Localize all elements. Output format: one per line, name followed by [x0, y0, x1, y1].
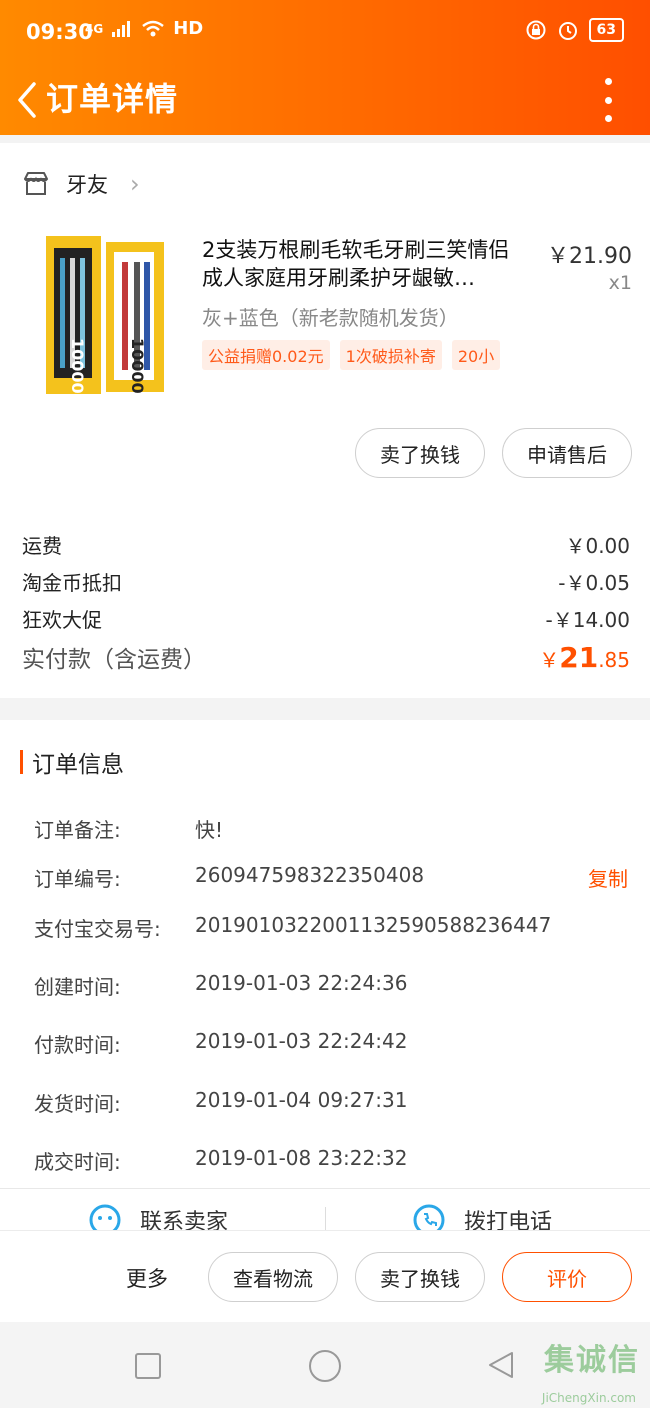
contact-row: 联系卖家 拨打电话	[0, 1188, 650, 1231]
more-actions-button[interactable]: 更多	[126, 1263, 168, 1293]
info-label: 付款时间:	[34, 1033, 121, 1057]
watermark: 集诚信 JiChengXin.com	[542, 1335, 640, 1405]
info-value: 2019-01-04 09:27:31	[195, 1088, 408, 1112]
back-arrow-icon[interactable]	[10, 76, 50, 124]
info-label: 发货时间:	[34, 1092, 121, 1116]
info-label: 成交时间:	[34, 1150, 121, 1174]
alarm-icon	[558, 22, 577, 40]
info-value: 2019-01-08 23:22:32	[195, 1146, 408, 1170]
chevron-right-icon: ›	[130, 170, 140, 198]
lock-rotate-icon	[526, 20, 546, 40]
product-title[interactable]: 2支装万根刷毛软毛牙刷三笑情侣成人家庭用牙刷柔护牙龈敏…	[202, 236, 522, 292]
status-time: 09:30	[26, 20, 93, 44]
product-quantity: x1	[608, 272, 632, 294]
product-image[interactable]: 10000 10000	[40, 228, 170, 398]
fee-label: 狂欢大促	[22, 608, 102, 632]
network-label: 4G	[85, 21, 104, 36]
contact-seller-label: 联系卖家	[140, 1210, 229, 1231]
accent-bar	[20, 750, 23, 774]
fee-row-shipping: 运费 ￥0.00	[22, 530, 630, 559]
tag-damage-resend: 1次破损补寄	[339, 340, 442, 370]
fee-row-promo: 狂欢大促 -￥14.00	[22, 604, 630, 633]
status-right-icons: 63	[525, 18, 624, 42]
total-value: ￥21.85	[539, 641, 630, 674]
top-app-bar: 09:30 4G HD 63 订单详情	[0, 0, 650, 135]
info-value: 2019-01-03 22:24:42	[195, 1029, 408, 1053]
home-icon[interactable]	[308, 1349, 342, 1383]
wifi-icon	[142, 20, 164, 36]
signal-icon	[112, 20, 131, 37]
info-label: 支付宝交易号:	[34, 917, 161, 941]
product-tags: 公益捐赠0.02元 1次破损补寄 20小	[202, 340, 501, 370]
shop-name: 牙友	[66, 173, 108, 197]
fee-label: 运费	[22, 534, 62, 558]
total-currency: ￥	[539, 648, 560, 672]
total-int: 21	[559, 641, 599, 674]
product-price: ￥21.90	[547, 244, 632, 269]
nav-row: 订单详情	[0, 68, 650, 135]
sell-for-cash-button[interactable]: 卖了换钱	[355, 428, 485, 478]
product-image-label: 10000	[68, 338, 87, 394]
more-options-icon[interactable]	[596, 78, 620, 122]
status-bar: 09:30 4G HD 63	[0, 0, 650, 68]
info-label: 订单编号:	[34, 867, 121, 891]
after-sale-button[interactable]: 申请售后	[502, 428, 632, 478]
fee-label: 淘金币抵扣	[22, 571, 122, 595]
watermark-logo: 集诚信	[544, 1343, 640, 1378]
tag-donation: 公益捐赠0.02元	[202, 340, 330, 370]
shop-row[interactable]: 牙友 ›	[22, 162, 140, 206]
watermark-url: JiChengXin.com	[541, 1391, 636, 1405]
call-phone-label: 拨打电话	[464, 1210, 553, 1231]
call-phone-button[interactable]: 拨打电话	[412, 1203, 552, 1231]
section-divider	[0, 698, 650, 720]
review-button[interactable]: 评价	[502, 1252, 632, 1302]
hd-label: HD	[173, 18, 204, 39]
product-image-label-2: 10000	[128, 338, 147, 394]
view-logistics-button[interactable]: 查看物流	[208, 1252, 338, 1302]
info-label: 创建时间:	[34, 975, 121, 999]
status-left-icons: 4G HD	[85, 18, 203, 39]
bottom-action-bar: 更多 查看物流 卖了换钱 评价	[0, 1230, 650, 1323]
shop-icon	[24, 172, 48, 195]
page-title: 订单详情	[46, 80, 179, 118]
info-value: 2019010322001132590588236447	[195, 913, 552, 937]
fee-value: ￥0.00	[565, 534, 630, 558]
info-label: 订单备注:	[34, 818, 121, 842]
product-spec: 灰+蓝色（新老款随机发货）	[202, 306, 459, 330]
bottom-sell-for-cash-button[interactable]: 卖了换钱	[355, 1252, 485, 1302]
contact-seller-button[interactable]: 联系卖家	[88, 1203, 228, 1231]
order-info-heading: 订单信息	[20, 745, 124, 779]
total-paid-row: 实付款（含运费） ￥21.85	[22, 640, 630, 674]
order-info-title: 订单信息	[32, 752, 124, 778]
recent-apps-icon[interactable]	[134, 1352, 162, 1380]
fee-value: -￥0.05	[558, 571, 630, 595]
info-value: 快!	[195, 818, 224, 842]
total-dec: .85	[598, 648, 630, 672]
info-value: 2019-01-03 22:24:36	[195, 971, 408, 995]
fee-row-coin: 淘金币抵扣 -￥0.05	[22, 567, 630, 596]
chat-icon	[89, 1204, 121, 1231]
info-value: 260947598322350408	[195, 863, 425, 887]
fee-value: -￥14.00	[545, 608, 630, 632]
total-label: 实付款（含运费）	[22, 647, 206, 673]
tag-hours: 20小	[451, 340, 501, 370]
phone-icon	[413, 1204, 445, 1231]
contact-divider	[325, 1207, 326, 1231]
copy-order-no-button[interactable]: 复制	[588, 863, 628, 892]
back-nav-icon[interactable]	[486, 1350, 516, 1380]
battery-indicator: 63	[588, 18, 624, 42]
section-divider	[0, 135, 650, 143]
